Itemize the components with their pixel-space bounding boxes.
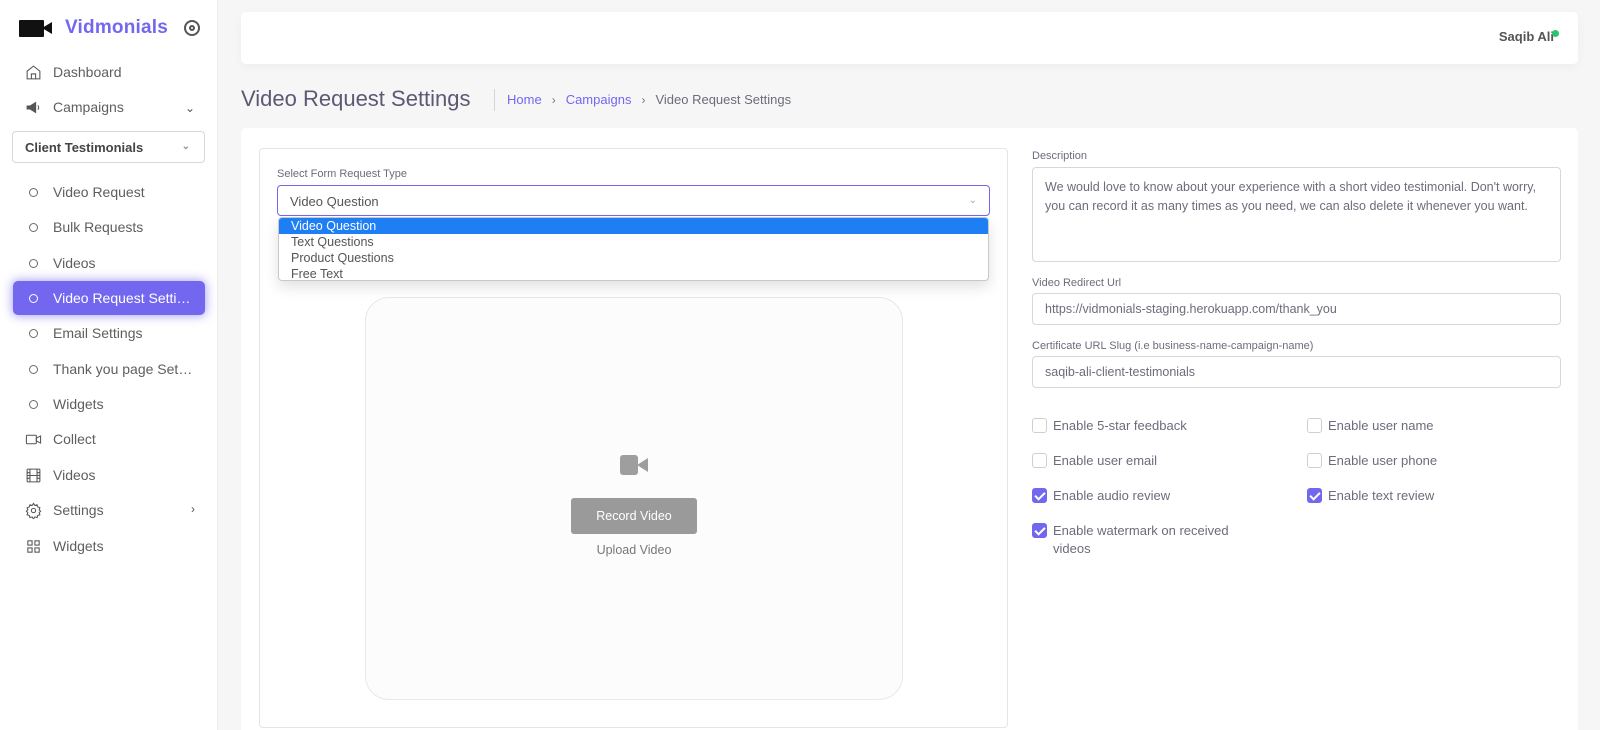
brand-logo[interactable]: Vidmonials — [19, 16, 168, 40]
request-type-select[interactable]: Video Question ⌄ — [277, 185, 990, 216]
breadcrumb-campaigns[interactable]: Campaigns — [566, 92, 632, 107]
video-camera-icon — [19, 19, 53, 37]
checkbox-five-star[interactable]: Enable 5-star feedback — [1032, 418, 1187, 435]
request-type-dropdown: Video Question Text Questions Product Qu… — [278, 217, 989, 281]
nav-settings[interactable]: Settings › — [13, 493, 205, 527]
breadcrumb-current: Video Request Settings — [655, 92, 792, 107]
nav-label: Videos — [53, 255, 96, 271]
chevron-right-icon: › — [641, 92, 646, 107]
checkbox-box[interactable] — [1032, 418, 1047, 433]
chevron-right-icon: › — [191, 502, 195, 516]
nav-label: Collect — [53, 431, 96, 447]
title-divider — [494, 89, 495, 111]
nav-label: Settings — [53, 502, 104, 518]
circle-icon — [28, 399, 38, 409]
circle-icon — [28, 187, 38, 197]
checkbox-box[interactable] — [1032, 488, 1047, 503]
dropdown-option[interactable]: Text Questions — [279, 234, 988, 250]
breadcrumb: Home › Campaigns › Video Request Setting… — [507, 92, 791, 107]
checkbox-text-review[interactable]: Enable text review — [1307, 488, 1434, 505]
nav-bulk-requests[interactable]: Bulk Requests — [13, 210, 205, 244]
breadcrumb-home[interactable]: Home — [507, 92, 542, 107]
upload-video-link[interactable]: Upload Video — [571, 543, 697, 557]
user-name[interactable]: Saqib Ali — [1499, 29, 1554, 44]
nav-label: Video Request — [53, 184, 145, 200]
chevron-down-icon: ⌄ — [968, 195, 977, 206]
checkbox-box[interactable] — [1307, 418, 1322, 433]
top-navbar: Saqib Ali — [241, 12, 1578, 64]
checkbox-label: Enable user phone — [1328, 453, 1438, 468]
checkbox-box[interactable] — [1032, 523, 1047, 538]
checkbox-box[interactable] — [1032, 453, 1047, 468]
nav-label: Bulk Requests — [53, 219, 144, 235]
circle-icon — [28, 258, 38, 268]
nav-widgets-sub[interactable]: Widgets — [13, 387, 205, 421]
checkbox-label: Enable text review — [1328, 488, 1435, 503]
page-title: Video Request Settings — [241, 86, 471, 111]
circle-icon — [28, 364, 38, 374]
circle-icon — [28, 328, 38, 338]
checkbox-user-email[interactable]: Enable user email — [1032, 453, 1157, 470]
record-video-button[interactable]: Record Video — [571, 498, 697, 534]
chevron-down-icon: ⌄ — [181, 141, 190, 152]
checkbox-box[interactable] — [1307, 488, 1322, 503]
nav-campaigns[interactable]: Campaigns ⌄ — [13, 90, 205, 124]
video-icon — [13, 431, 53, 448]
slug-label: Certificate URL Slug (i.e business-name-… — [1032, 340, 1314, 352]
slug-input[interactable]: saqib-ali-client-testimonials — [1032, 356, 1561, 388]
nav-label: Campaigns — [53, 99, 124, 115]
nav-dashboard[interactable]: Dashboard — [13, 55, 205, 89]
checkbox-user-name[interactable]: Enable user name — [1307, 418, 1434, 435]
checkbox-user-phone[interactable]: Enable user phone — [1307, 453, 1437, 470]
redirect-url-input[interactable]: https://vidmonials-staging.herokuapp.com… — [1032, 293, 1561, 325]
nav-videos-sub[interactable]: Videos — [13, 246, 205, 280]
sidebar: Vidmonials Dashboard Campaigns ⌄ Client … — [0, 0, 218, 730]
brand-name: Vidmonials — [65, 17, 169, 38]
online-status-icon — [1552, 30, 1559, 37]
nav-videos[interactable]: Videos — [13, 458, 205, 492]
gear-icon — [13, 501, 53, 519]
nav-label: Widgets — [53, 538, 104, 554]
checkbox-box[interactable] — [1307, 453, 1322, 468]
chevron-down-icon: ⌄ — [184, 101, 195, 115]
checkbox-label: Enable 5-star feedback — [1053, 418, 1187, 433]
dropdown-option[interactable]: Product Questions — [279, 250, 988, 266]
dropdown-option[interactable]: Video Question — [279, 218, 988, 234]
nav-widgets[interactable]: Widgets — [13, 529, 205, 563]
nav-email-settings[interactable]: Email Settings — [13, 316, 205, 350]
checkbox-label: Enable audio review — [1053, 488, 1171, 503]
description-label: Description — [1032, 150, 1088, 162]
nav-label: Dashboard — [53, 64, 122, 80]
campaign-select[interactable]: Client Testimonials ⌄ — [12, 131, 205, 163]
request-type-value: Video Question — [290, 194, 379, 209]
home-icon — [13, 64, 53, 81]
redirect-url-label: Video Redirect Url — [1032, 277, 1122, 289]
checkbox-label: Enable watermark on received videos — [1053, 523, 1229, 556]
chevron-right-icon: › — [551, 92, 556, 107]
nav-video-request-settings[interactable]: Video Request Settings — [13, 281, 205, 315]
megaphone-icon — [13, 99, 53, 116]
nav-label: Videos — [53, 467, 96, 483]
dropdown-option[interactable]: Free Text — [279, 266, 988, 280]
request-type-label: Select Form Request Type — [277, 168, 408, 180]
nav-thank-you-page-settings[interactable]: Thank you page Settings — [13, 352, 205, 386]
circle-icon — [28, 293, 38, 303]
circle-icon — [28, 222, 38, 232]
sidebar-toggle-icon[interactable] — [184, 20, 200, 36]
checkbox-label: Enable user name — [1328, 418, 1434, 433]
film-icon — [13, 467, 53, 484]
nav-label: Video Request Settings — [53, 290, 200, 306]
checkbox-watermark[interactable]: Enable watermark on received videos — [1032, 523, 1252, 558]
nav-label: Widgets — [53, 396, 104, 412]
video-camera-icon — [620, 455, 648, 475]
checkbox-audio-review[interactable]: Enable audio review — [1032, 488, 1170, 505]
nav-label: Email Settings — [53, 325, 143, 341]
nav-collect[interactable]: Collect — [13, 422, 205, 456]
description-textarea[interactable]: We would love to know about your experie… — [1032, 167, 1561, 262]
grid-icon — [13, 538, 53, 555]
nav-label: Thank you page Settings — [53, 361, 205, 377]
nav-video-request[interactable]: Video Request — [13, 175, 205, 209]
checkbox-label: Enable user email — [1053, 453, 1158, 468]
campaign-select-value: Client Testimonials — [25, 139, 144, 155]
